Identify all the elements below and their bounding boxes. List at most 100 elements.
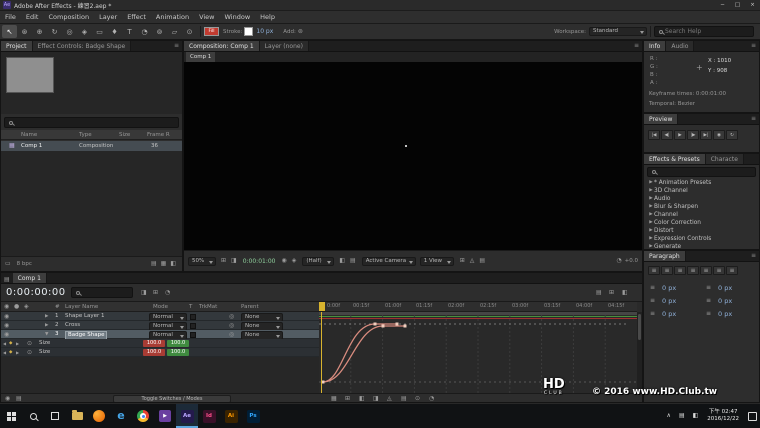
align-center-button[interactable]: ≡	[661, 266, 673, 275]
taskbar-search-button[interactable]	[22, 404, 44, 428]
col-size[interactable]: Size	[119, 132, 130, 138]
viewer-subtab-comp1[interactable]: Comp 1	[186, 52, 215, 62]
size-x-value[interactable]: 100.0	[143, 340, 165, 347]
frame-blend-icon[interactable]: ▤	[596, 290, 602, 296]
volume-icon[interactable]: ◧	[689, 413, 703, 419]
effects-item-color-correction[interactable]: ▶Color Correction	[644, 219, 759, 227]
keyframe-prev-icon[interactable]: ◀	[3, 340, 6, 347]
keyframe-diamond-icon[interactable]: ◆	[9, 340, 12, 347]
stopwatch-icon[interactable]: ⊙	[27, 340, 32, 347]
size-y-value[interactable]: 100.0	[167, 340, 189, 347]
tab-effect-controls[interactable]: Effect Controls: Badge Shape	[33, 41, 132, 51]
loop-button[interactable]: ↻	[726, 130, 738, 140]
project-search-input[interactable]	[15, 119, 176, 126]
tab-info[interactable]: Info	[644, 41, 666, 51]
col-frame-rate[interactable]: Frame R	[147, 132, 170, 138]
after-effects-taskbar-button[interactable]: Ae	[176, 404, 198, 428]
stroke-color-swatch[interactable]	[244, 27, 253, 36]
last-frame-button[interactable]: ▶|	[700, 130, 712, 140]
eye-icon[interactable]: ◉	[4, 322, 9, 329]
audio-toggle-button[interactable]: ◉	[713, 130, 725, 140]
indent-first-line-value[interactable]: 0 px	[662, 297, 676, 305]
menu-effect[interactable]: Effect	[122, 11, 151, 23]
effects-item-generate[interactable]: ▶Generate	[644, 243, 759, 250]
selection-tool-icon[interactable]: ↖	[2, 25, 17, 38]
parent-pickwhip-icon[interactable]: ◎	[229, 322, 234, 329]
delete-item-icon[interactable]: ◧	[170, 261, 176, 267]
col-parent[interactable]: Parent	[241, 304, 259, 310]
menu-window[interactable]: Window	[220, 11, 256, 23]
rotation-tool-icon[interactable]: ↻	[47, 25, 62, 38]
stroke-width-value[interactable]: 10 px	[256, 28, 273, 35]
composition-mini-flow-icon[interactable]: ◨	[141, 290, 147, 296]
property-row-size-1[interactable]: ◀ ◆ ▶ ⊙ Size 100.0 100.0	[1, 339, 319, 348]
indent-left-value[interactable]: 0 px	[662, 284, 676, 292]
effects-item-distort[interactable]: ▶Distort	[644, 227, 759, 235]
fill-color-swatch[interactable]: Fill	[204, 27, 219, 36]
property-name[interactable]: Size	[39, 340, 50, 347]
composition-panel-menu-icon[interactable]: ≡	[631, 41, 642, 51]
add-menu-icon[interactable]: ⊚	[298, 29, 303, 35]
panel-menu-icon[interactable]: ≡	[171, 41, 182, 51]
tab-effects-presets[interactable]: Effects & Presets	[644, 154, 706, 164]
hand-tool-icon[interactable]: ⊛	[17, 25, 32, 38]
preserve-transparency-checkbox[interactable]	[190, 314, 196, 320]
graph-editor[interactable]	[319, 312, 637, 393]
new-composition-icon[interactable]: ▦	[161, 261, 167, 267]
parent-pickwhip-icon[interactable]: ◎	[229, 313, 234, 320]
info-panel-menu-icon[interactable]: ≡	[748, 41, 759, 51]
first-frame-button[interactable]: |◀	[648, 130, 660, 140]
task-view-button[interactable]	[44, 404, 66, 428]
clone-stamp-tool-icon[interactable]: ⊚	[152, 25, 167, 38]
menu-file[interactable]: File	[0, 11, 21, 23]
eye-icon[interactable]: ◉	[4, 331, 9, 338]
composition-viewport[interactable]	[184, 62, 642, 250]
property-name[interactable]: Size	[39, 349, 50, 356]
project-search-box[interactable]	[4, 117, 179, 128]
network-icon[interactable]: ▤	[675, 413, 689, 419]
tab-timeline-comp1[interactable]: Comp 1	[13, 273, 47, 283]
graph-type-icon[interactable]: ▦	[331, 396, 337, 402]
motion-blur-icon[interactable]: ⊞	[609, 290, 614, 296]
time-ruler[interactable]: 0:00f 00:15f 01:00f 01:15f 02:00f 02:15f…	[319, 302, 637, 312]
pan-behind-tool-icon[interactable]: ◈	[77, 25, 92, 38]
transparency-grid-icon[interactable]: ▤	[350, 258, 356, 264]
fast-preview-icon[interactable]: ◬	[470, 258, 475, 264]
action-center-button[interactable]	[744, 404, 760, 428]
start-button[interactable]	[0, 404, 22, 428]
project-row-comp1[interactable]: ▦ Comp 1 Composition 36	[1, 141, 182, 151]
toggle-mask-icon[interactable]: ◨	[231, 258, 237, 264]
stopwatch-icon[interactable]: ⊙	[27, 349, 32, 356]
effects-item-channel[interactable]: ▶Channel	[644, 211, 759, 219]
magnification-dropdown[interactable]: 50%	[188, 257, 216, 266]
align-left-button[interactable]: ≡	[648, 266, 660, 275]
media-player-button[interactable]: ▶	[154, 404, 176, 428]
expander-icon[interactable]: ▼	[45, 331, 48, 338]
menu-layer[interactable]: Layer	[94, 11, 122, 23]
keyframe-diamond-icon[interactable]: ◆	[9, 349, 12, 356]
minimize-button[interactable]: ─	[715, 0, 730, 11]
firefox-button[interactable]	[88, 404, 110, 428]
camera-tool-icon[interactable]: ◎	[62, 25, 77, 38]
illustrator-taskbar-button[interactable]: Ai	[220, 404, 242, 428]
keyframe-next-icon[interactable]: ▶	[16, 340, 19, 347]
layer-row-3-selected[interactable]: ◉ ▼ 3 Badge Shape Normal ◎ None	[1, 330, 319, 339]
close-button[interactable]: ×	[745, 0, 760, 11]
fit-all-icon[interactable]: ▤	[401, 396, 407, 402]
effects-item-animation-presets[interactable]: ▶* Animation Presets	[644, 179, 759, 187]
preserve-transparency-checkbox[interactable]	[190, 332, 196, 338]
timeline-search-box[interactable]	[71, 287, 133, 298]
tray-expand-icon[interactable]: ∧	[663, 413, 675, 419]
timeline-scrollbar[interactable]	[637, 312, 642, 393]
property-row-size-2[interactable]: ◀ ◆ ▶ ⊙ Size 100.0 100.0	[1, 348, 319, 357]
space-between-value[interactable]: 0 px	[718, 310, 732, 318]
eye-icon[interactable]: ◉	[4, 313, 9, 320]
type-tool-icon[interactable]: T	[122, 25, 137, 38]
tab-project[interactable]: Project	[1, 41, 33, 51]
justify-last-right-button[interactable]: ≡	[713, 266, 725, 275]
expand-av-icon[interactable]: ◉	[5, 396, 10, 402]
size-x-value[interactable]: 100.0	[143, 349, 165, 356]
effects-item-3d-channel[interactable]: ▶3D Channel	[644, 187, 759, 195]
tab-preview[interactable]: Preview	[644, 114, 678, 124]
menu-animation[interactable]: Animation	[151, 11, 194, 23]
